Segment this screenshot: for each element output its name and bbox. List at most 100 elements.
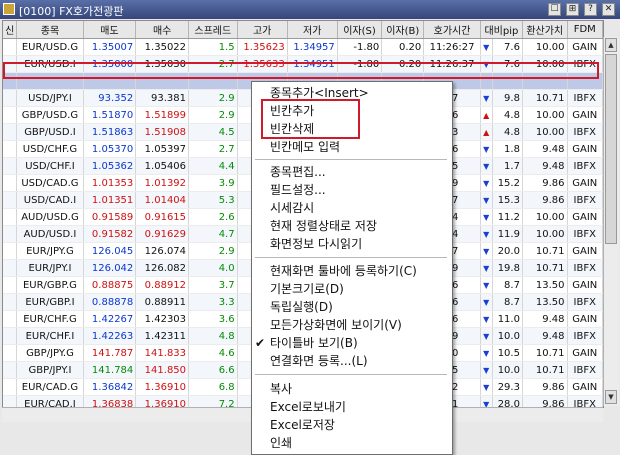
cell-spread: 3.9 <box>188 174 238 192</box>
col-header-fdm[interactable]: FDM <box>567 21 603 39</box>
menu-item-standalone[interactable]: 독립실행(D) <box>252 298 450 316</box>
menu-separator <box>255 159 447 160</box>
col-header-new[interactable]: 신 <box>3 21 18 39</box>
cell-fdm: IBFX <box>567 327 603 345</box>
cell-spread: 4.5 <box>188 123 238 141</box>
menu-item-send-excel[interactable]: Excel로보내기 <box>252 398 450 416</box>
cell-buy: 141.850 <box>135 361 190 379</box>
cell-fdm: GAIN <box>567 106 603 124</box>
cell-fdm: GAIN <box>567 310 603 328</box>
col-header-buy[interactable]: 매수 <box>135 21 190 39</box>
menu-item-register-toolbar[interactable]: 현재화면 툴바에 등록하기(C) <box>252 262 450 280</box>
menu-item-copy[interactable]: 복사 <box>252 380 450 398</box>
vertical-scrollbar[interactable]: ▲ ▼ <box>603 37 619 406</box>
cell-fdm: GAIN <box>567 140 603 158</box>
menu-item-edit-symbols[interactable]: 종목편집... <box>252 163 450 181</box>
cell-sell: 0.88878 <box>83 293 137 311</box>
menu-item-show-all-virtual[interactable]: 모든가상화면에 보이기(V) <box>252 316 450 334</box>
col-header-quote-time[interactable]: 호가시간 <box>423 21 481 39</box>
col-header-spread[interactable]: 스프레드 <box>188 21 238 39</box>
col-header-value[interactable]: 환산가치 <box>522 21 568 39</box>
app-icon <box>3 3 15 15</box>
menu-label: 종목편집... <box>270 165 326 179</box>
cell-pip: 1.8 <box>492 140 523 158</box>
cell-pip: 11.0 <box>492 310 523 328</box>
cell-value: 13.50 <box>522 276 568 294</box>
down-arrow-icon: ▼ <box>480 378 493 396</box>
menu-label: 복사 <box>270 382 293 396</box>
close-icon[interactable]: ✕ <box>602 3 615 16</box>
cell-sell: 93.352 <box>83 89 137 107</box>
down-arrow-icon: ▼ <box>480 174 493 192</box>
menu-label: 종목추가<Insert> <box>270 86 369 100</box>
title-bar[interactable]: [0100] FX호가전광판 ☐ ⊞ ? ✕ <box>0 0 620 19</box>
col-header-symbol[interactable]: 종목 <box>16 21 84 39</box>
cell-sell: 1.42263 <box>83 327 137 345</box>
cell-pip: 10.5 <box>492 344 523 362</box>
cell-pip: 1.7 <box>492 157 523 175</box>
col-header-high[interactable]: 고가 <box>237 21 288 39</box>
cell-pip: 8.7 <box>492 293 523 311</box>
cell-spread: 4.7 <box>188 225 238 243</box>
cell-pip: 10.0 <box>492 361 523 379</box>
col-header-pip-change[interactable]: 대비pip <box>480 21 523 39</box>
col-header-interest-b[interactable]: 이자(B) <box>381 21 425 39</box>
col-header-interest-s[interactable]: 이자(S) <box>337 21 383 39</box>
cell-sell: 1.51863 <box>83 123 137 141</box>
cell-new <box>3 361 18 379</box>
down-arrow-icon: ▼ <box>480 310 493 328</box>
help-icon[interactable]: ? <box>584 3 597 16</box>
cell-new <box>3 259 18 277</box>
cell-new <box>3 293 18 311</box>
col-header-sell[interactable]: 매도 <box>83 21 137 39</box>
menu-item-save-sort[interactable]: 현재 정렬상태로 저장 <box>252 217 450 235</box>
screen-link-icon[interactable]: ⊞ <box>566 3 579 16</box>
menu-item-save-excel[interactable]: Excel로저장 <box>252 416 450 434</box>
cell-spread: 3.7 <box>188 276 238 294</box>
col-header-low[interactable]: 저가 <box>287 21 338 39</box>
menu-label: 기본크기로(D) <box>270 282 344 296</box>
menu-item-field-settings[interactable]: 필드설정... <box>252 181 450 199</box>
cell-new <box>3 276 18 294</box>
table-row[interactable]: EUR/USD.G 1.35007 1.35022 1.5 1.35623 1.34957… <box>3 38 603 56</box>
cell-symbol: GBP/JPY.I <box>16 361 84 379</box>
cell-value: 10.00 <box>522 123 568 141</box>
scroll-thumb[interactable] <box>605 54 617 244</box>
cell-symbol: USD/JPY.I <box>16 89 84 107</box>
menu-item-print[interactable]: 인쇄 <box>252 434 450 452</box>
cell-symbol: EUR/GBP.I <box>16 293 84 311</box>
cell-new <box>3 123 18 141</box>
cell-spread: 2.6 <box>188 208 238 226</box>
cell-sell: 1.05362 <box>83 157 137 175</box>
scroll-down-arrow-icon[interactable]: ▼ <box>605 390 617 404</box>
cell-pip: 4.8 <box>492 106 523 124</box>
down-arrow-icon: ▼ <box>480 276 493 294</box>
menu-item-blank-memo[interactable]: 빈칸메모 입력 <box>252 138 450 156</box>
cell-fdm: IBFX <box>567 157 603 175</box>
menu-item-link-screen[interactable]: 연결화면 등록...(L) <box>252 352 450 370</box>
scroll-up-arrow-icon[interactable]: ▲ <box>605 38 617 52</box>
menu-item-reload-screen[interactable]: 화면정보 다시읽기 <box>252 235 450 253</box>
up-arrow-icon: ▲ <box>480 123 493 141</box>
up-arrow-icon: ▲ <box>480 106 493 124</box>
cell-value: 10.00 <box>522 208 568 226</box>
cell-spread: 4.4 <box>188 157 238 175</box>
cell-fdm: IBFX <box>567 89 603 107</box>
down-arrow-icon: ▼ <box>480 293 493 311</box>
menu-item-price-watch[interactable]: 시세감시 <box>252 199 450 217</box>
cell-new <box>3 157 18 175</box>
restore-icon[interactable]: ☐ <box>548 3 561 16</box>
cell-fdm: IBFX <box>567 259 603 277</box>
cell-pip: 11.9 <box>492 225 523 243</box>
down-arrow-icon: ▼ <box>480 208 493 226</box>
cell-fdm: GAIN <box>567 242 603 260</box>
cell-value: 9.48 <box>522 327 568 345</box>
menu-item-show-titlebar[interactable]: ✔ 타이틀바 보기(B) <box>252 334 450 352</box>
down-arrow-icon: ▼ <box>480 191 493 209</box>
cell-symbol: USD/CAD.G <box>16 174 84 192</box>
cell-quote-time: 11:26:27 <box>423 38 481 56</box>
cell-sell: 1.01353 <box>83 174 137 192</box>
menu-item-default-size[interactable]: 기본크기로(D) <box>252 280 450 298</box>
cell-buy: 1.36910 <box>135 378 190 396</box>
cell-interest-b: 0.20 <box>381 38 425 56</box>
